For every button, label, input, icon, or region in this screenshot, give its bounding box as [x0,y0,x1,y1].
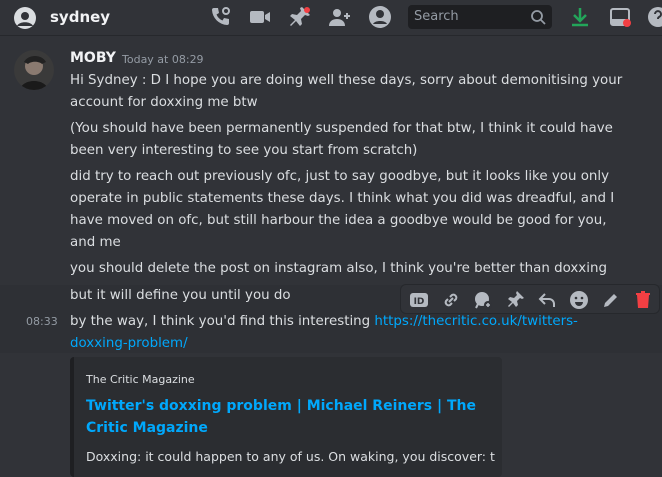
reply-icon[interactable] [537,290,557,310]
hover-timestamp: 08:33 [26,315,58,328]
embed-provider[interactable]: The Critic Magazine [86,373,195,386]
message-line: Hi Sydney : D I hope you are doing well … [70,73,623,110]
emoji-icon[interactable] [569,290,589,310]
id-icon[interactable]: ID [409,290,429,310]
pin-icon[interactable] [505,290,525,310]
message-timestamp: Today at 08:29 [122,53,204,66]
channel-title: sydney [50,8,111,26]
threads-icon[interactable] [208,5,232,29]
embed-description: Doxxing: it could happen to any of us. O… [86,449,496,464]
user-profile-icon[interactable] [368,5,392,29]
message-line: did try to reach out previously ofc, jus… [70,169,615,250]
edit-icon[interactable] [601,290,621,310]
help-icon[interactable] [646,5,662,29]
download-icon[interactable] [568,5,592,29]
pin-icon[interactable] [288,5,312,29]
search-placeholder: Search [414,9,459,24]
message-line: (You should have been permanently suspen… [70,121,613,158]
svg-text:ID: ID [414,297,425,307]
message-line: you should delete the post on instagram … [70,261,607,276]
search-icon [530,9,546,25]
message-action-bar: ID [400,284,660,314]
link-icon[interactable] [441,290,461,310]
delete-icon[interactable] [633,290,653,310]
channel-avatar-icon [12,5,38,31]
avatar[interactable] [14,50,54,90]
add-member-icon[interactable] [328,5,352,29]
search-input[interactable]: Search [408,5,552,29]
message-line-with-link: by the way, I think you'd find this inte… [70,311,610,355]
link-embed: The Critic Magazine Twitter's doxxing pr… [70,357,502,477]
reply-thread-icon[interactable] [473,290,493,310]
embed-title[interactable]: Twitter's doxxing problem | Michael Rein… [86,395,486,439]
inbox-icon[interactable] [608,5,632,29]
channel-header: sydney Search [0,0,662,36]
message-text: by the way, I think you'd find this inte… [70,314,375,329]
video-call-icon[interactable] [248,5,272,29]
message-author[interactable]: MOBY [70,50,116,66]
